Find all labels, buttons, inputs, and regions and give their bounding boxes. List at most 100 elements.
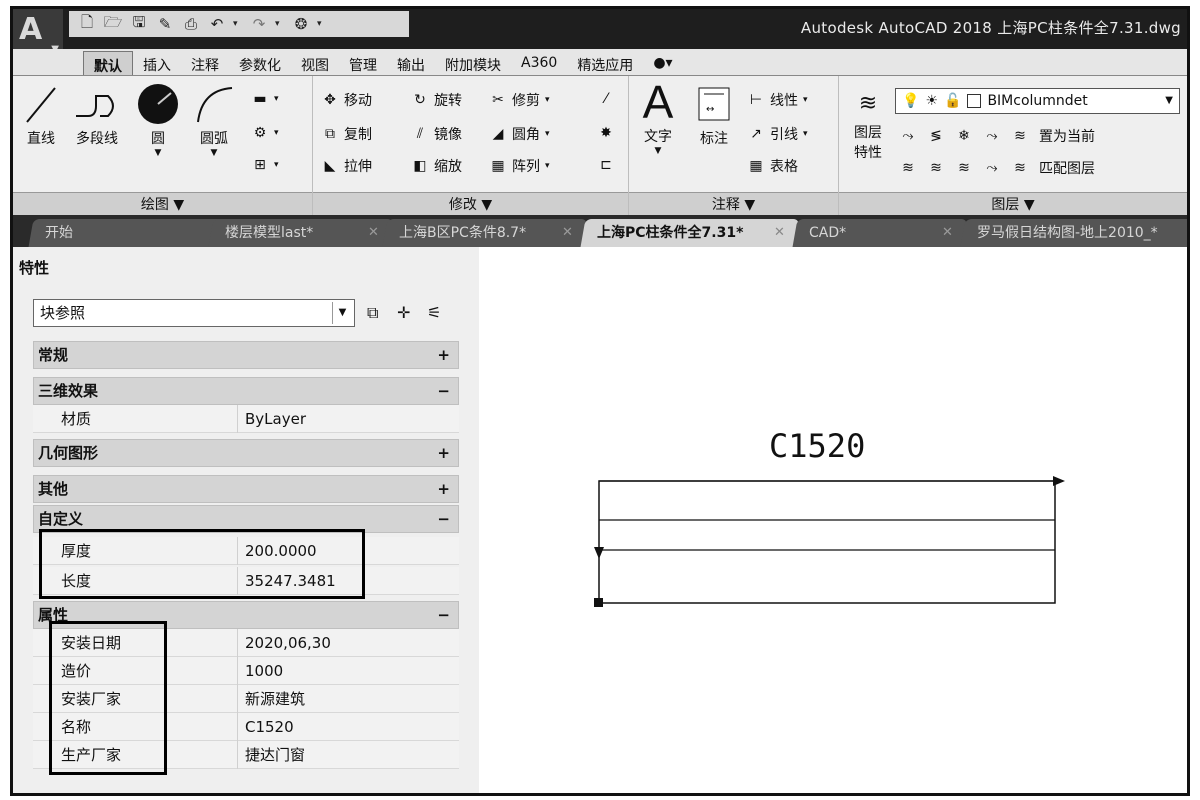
fillet-tool[interactable]: ◢ 圆角 ▾ <box>489 124 550 144</box>
close-icon[interactable]: ✕ <box>562 219 573 247</box>
leader-tool[interactable]: ↗ 引线 ▾ <box>747 124 807 144</box>
layer-off-icon[interactable]: ⤳ <box>899 127 917 145</box>
tab-addins[interactable]: 附加模块 <box>435 51 511 75</box>
undo-dropdown-icon[interactable]: ▾ <box>233 19 243 29</box>
dimension-icon: ↔ <box>698 87 730 121</box>
section-general[interactable]: 常规 + <box>33 341 459 369</box>
expand-icon[interactable]: + <box>437 342 450 368</box>
application-menu-button[interactable]: A▼ <box>13 9 63 55</box>
redo-icon[interactable]: ↷ <box>249 15 269 33</box>
tab-annotate[interactable]: 注释 <box>181 51 229 75</box>
table-tool[interactable]: ▦ 表格 <box>747 156 798 176</box>
quick-select-icon[interactable]: ⚟ <box>427 303 441 322</box>
doc-tab-cad[interactable]: CAD* ✕ <box>792 219 968 247</box>
offset-tool[interactable]: ⊏ <box>597 156 615 174</box>
redo-dropdown-icon[interactable]: ▾ <box>275 19 285 29</box>
doc-tab-start[interactable]: 开始 <box>28 219 224 247</box>
dimension-tool[interactable]: ↔ 标注 <box>691 80 737 148</box>
modify-panel-footer[interactable]: 修改 ▼ <box>313 192 628 216</box>
layer-unisolate-icon[interactable]: ≋ <box>927 159 945 177</box>
layer-thaw-icon[interactable]: ≋ <box>955 159 973 177</box>
layer-on-icon[interactable]: ≋ <box>899 159 917 177</box>
expand-icon[interactable]: + <box>437 440 450 466</box>
tab-insert[interactable]: 插入 <box>133 51 181 75</box>
text-tool[interactable]: A 文字 ▼ <box>635 76 681 156</box>
circle-dropdown-icon[interactable]: ▼ <box>133 148 183 158</box>
tab-default[interactable]: 默认 <box>83 51 133 75</box>
scale-tool[interactable]: ◧ 缩放 <box>411 156 462 176</box>
array-tool[interactable]: ▦ 阵列 ▾ <box>489 156 549 176</box>
open-folder-icon[interactable]: 🗁 <box>103 13 123 33</box>
tab-output[interactable]: 输出 <box>387 51 435 75</box>
close-icon[interactable]: ✕ <box>942 219 953 247</box>
tab-view[interactable]: 视图 <box>291 51 339 75</box>
undo-icon[interactable]: ↶ <box>207 15 227 33</box>
doc-tab-roman-holiday[interactable]: 罗马假日结构图-地上2010_* <box>960 219 1187 247</box>
save-icon[interactable]: 🖫 <box>129 13 149 33</box>
collapse-icon[interactable]: − <box>437 506 450 532</box>
annotation-panel-footer[interactable]: 注释 ▼ <box>629 192 838 216</box>
qat-customize-icon[interactable]: ▾ <box>317 19 327 29</box>
new-file-icon[interactable]: 🗋 <box>77 13 97 33</box>
circle-tool[interactable]: 圆 ▼ <box>133 80 183 158</box>
section-3d-effects[interactable]: 三维效果 − <box>33 377 459 405</box>
save-as-icon[interactable]: ✎ <box>155 15 175 33</box>
draw-panel: 直线 多段线 圆 ▼ 圆弧 ▼ ▬ ▾ ⚙ ▾ ⊞ ▾ 绘图 ▼ <box>13 76 313 216</box>
rotate-tool[interactable]: ↻ 旋转 <box>411 90 462 110</box>
move-tool[interactable]: ✥ 移动 <box>321 90 372 110</box>
layers-panel-footer[interactable]: 图层 ▼ <box>839 192 1187 216</box>
text-dropdown-icon[interactable]: ▼ <box>635 146 681 156</box>
insertion-grip[interactable] <box>594 598 603 607</box>
tab-a360[interactable]: A360 <box>511 51 567 75</box>
close-icon[interactable]: ✕ <box>368 219 379 247</box>
collapse-icon[interactable]: − <box>437 602 450 628</box>
explode-tool[interactable]: ✸ <box>597 124 615 142</box>
tab-parametric[interactable]: 参数化 <box>229 51 291 75</box>
stretch-tool[interactable]: ◣ 拉伸 <box>321 156 372 176</box>
line-tool[interactable]: 直线 <box>21 80 61 148</box>
copy-tool[interactable]: ⧉ 复制 <box>321 124 372 144</box>
erase-tool[interactable]: ⁄ <box>597 90 615 108</box>
polyline-tool[interactable]: 多段线 <box>69 80 125 148</box>
hatch-tool[interactable]: ⚙ ▾ <box>251 124 279 142</box>
section-misc[interactable]: 其他 + <box>33 475 459 503</box>
tab-manage[interactable]: 管理 <box>339 51 387 75</box>
arc-tool[interactable]: 圆弧 ▼ <box>189 80 239 158</box>
mirror-tool[interactable]: ⫽ 镜像 <box>411 124 462 144</box>
match-layer-label[interactable]: 匹配图层 <box>1039 158 1095 178</box>
tab-featured-apps[interactable]: 精选应用 <box>567 51 643 75</box>
collapse-icon[interactable]: − <box>437 378 450 404</box>
share-icon[interactable]: ❂ <box>291 15 311 33</box>
text-icon: A <box>642 76 674 128</box>
close-icon[interactable]: ✕ <box>774 219 785 247</box>
print-icon[interactable]: ⎙ <box>181 15 201 33</box>
text-tool-label: 文字 <box>644 129 672 145</box>
select-objects-icon[interactable]: ✛ <box>397 303 410 322</box>
rectangle-tool[interactable]: ▬ ▾ <box>251 90 278 108</box>
window-block-drawing[interactable] <box>479 247 1187 796</box>
doc-tab-floor-model[interactable]: 楼层模型last* ✕ <box>208 219 394 247</box>
layer-lock-icon[interactable]: ⤳ <box>983 127 1001 145</box>
linear-dimension-tool[interactable]: ⊢ 线性 ▾ <box>747 90 808 110</box>
trim-label: 修剪 <box>512 93 540 109</box>
section-geometry[interactable]: 几何图形 + <box>33 439 459 467</box>
drawing-canvas[interactable]: C1520 <box>479 247 1187 796</box>
set-current-label[interactable]: 置为当前 <box>1039 126 1095 146</box>
layer-freeze-icon[interactable]: ❄ <box>955 127 973 145</box>
toggle-pickadd-icon[interactable]: ⧉ <box>367 303 378 323</box>
svg-text:↔: ↔ <box>706 104 714 115</box>
layer-isolate-icon[interactable]: ≶ <box>927 127 945 145</box>
expand-icon[interactable]: + <box>437 476 450 502</box>
draw-panel-footer[interactable]: 绘图 ▼ <box>13 192 312 216</box>
layer-dropdown[interactable]: 💡 ☀ 🔓 BIMcolumndet ▼ <box>895 88 1180 114</box>
doc-tab-shanghai-b[interactable]: 上海B区PC条件8.7* ✕ <box>382 219 588 247</box>
ribbon-options-icon[interactable]: ●▾ <box>643 51 682 75</box>
property-row-material[interactable]: 材质 ByLayer <box>33 405 459 433</box>
arc-dropdown-icon[interactable]: ▼ <box>189 148 239 158</box>
layer-properties-tool[interactable]: ≋ 图层 特性 <box>845 84 891 162</box>
layer-unlock-icon[interactable]: ⤳ <box>983 159 1001 177</box>
object-type-dropdown[interactable]: 块参照 ▼ <box>33 299 355 327</box>
doc-tab-shanghai-pc-active[interactable]: 上海PC柱条件全7.31* ✕ <box>580 219 800 247</box>
trim-tool[interactable]: ✂ 修剪 ▾ <box>489 90 549 110</box>
boundary-tool[interactable]: ⊞ ▾ <box>251 156 278 174</box>
